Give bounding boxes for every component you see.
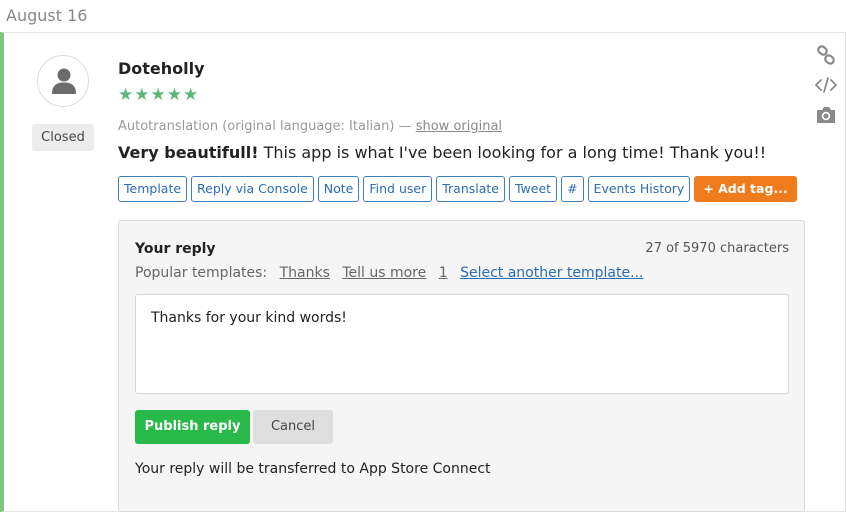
review-body: This app is what I've been looking for a… [258,143,767,162]
avatar [37,55,89,107]
template-link-thanks[interactable]: Thanks [280,265,330,281]
camera-icon[interactable] [814,105,838,135]
reply-via-console-button[interactable]: Reply via Console [191,176,314,202]
template-button[interactable]: Template [118,176,188,202]
character-count: 27 of 5970 characters [645,241,789,256]
template-link-tell-us-more[interactable]: Tell us more [342,265,426,281]
autotranslation-text: Autotranslation (original language: Ital… [118,119,416,134]
review-text: Very beautifull! This app is what I've b… [118,143,766,162]
cancel-button[interactable]: Cancel [253,410,333,444]
popular-templates: Popular templates: Thanks Tell us more 1… [135,265,643,281]
translate-button[interactable]: Translate [436,176,505,202]
link-icon[interactable] [814,45,838,75]
reply-textarea[interactable]: Thanks for your kind words! [135,294,789,394]
review-title: Very beautifull! [118,143,259,162]
transfer-note: Your reply will be transferred to App St… [135,461,491,477]
date-header: August 16 [6,6,88,25]
show-original-link[interactable]: show original [416,119,502,134]
events-history-button[interactable]: Events History [587,176,691,202]
review-card: Closed Doteholly ★★★★★ Autotranslation (… [0,32,846,512]
template-link-1[interactable]: 1 [439,265,448,281]
add-tag-button[interactable]: + Add tag... [694,176,797,202]
review-author: Doteholly [118,59,205,78]
side-tools [814,45,838,135]
rating-stars: ★★★★★ [118,85,200,105]
status-badge: Closed [32,124,94,151]
tweet-button[interactable]: Tweet [508,176,558,202]
select-another-template-link[interactable]: Select another template... [460,265,643,281]
note-button[interactable]: Note [317,176,360,202]
popular-templates-label: Popular templates: [135,265,268,281]
hashtag-button[interactable]: # [561,176,584,202]
reply-panel: Your reply 27 of 5970 characters Popular… [118,220,805,512]
autotranslation-note: Autotranslation (original language: Ital… [118,119,502,134]
action-bar: Template Reply via Console Note Find use… [118,176,797,202]
code-icon[interactable] [814,75,838,105]
user-icon [52,68,76,94]
publish-reply-button[interactable]: Publish reply [135,410,250,444]
find-user-button[interactable]: Find user [363,176,433,202]
reply-title: Your reply [135,241,216,257]
